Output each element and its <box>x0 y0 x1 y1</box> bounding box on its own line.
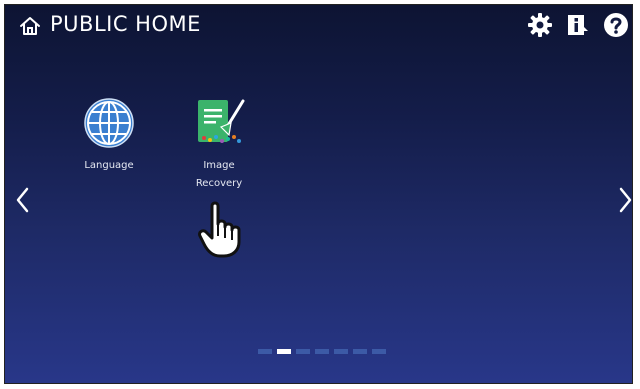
page-dot[interactable] <box>296 349 310 354</box>
app-tile-image-recovery[interactable]: Image Recovery <box>174 97 264 193</box>
hand-pointer-icon <box>198 201 241 258</box>
app-label-line: Language <box>84 160 134 171</box>
app-label-image-recovery: Image Recovery <box>174 157 264 193</box>
top-bar: PUBLIC HOME <box>5 5 632 45</box>
page-indicator <box>258 349 386 357</box>
home-icon[interactable] <box>19 15 41 37</box>
app-tile-language[interactable]: Language <box>64 97 154 175</box>
image-recovery-icon <box>198 99 245 143</box>
info-icon[interactable] <box>565 12 591 38</box>
page-dot-active[interactable] <box>277 349 291 354</box>
page-dot[interactable] <box>372 349 386 354</box>
app-label-language: Language <box>64 157 154 175</box>
app-label-line: Image <box>203 160 235 171</box>
help-icon[interactable] <box>603 12 629 38</box>
gear-icon[interactable] <box>527 12 553 38</box>
chevron-right-icon[interactable] <box>617 185 633 215</box>
page-dot[interactable] <box>315 349 329 354</box>
page-dot[interactable] <box>353 349 367 354</box>
device-screen: PUBLIC HOME Language Image Recovery <box>4 4 633 384</box>
chevron-left-icon[interactable] <box>13 185 31 215</box>
page-title: PUBLIC HOME <box>50 12 201 36</box>
page-dot[interactable] <box>334 349 348 354</box>
app-label-line: Recovery <box>195 178 243 189</box>
page-dot[interactable] <box>258 349 272 354</box>
globe-icon <box>84 98 134 148</box>
